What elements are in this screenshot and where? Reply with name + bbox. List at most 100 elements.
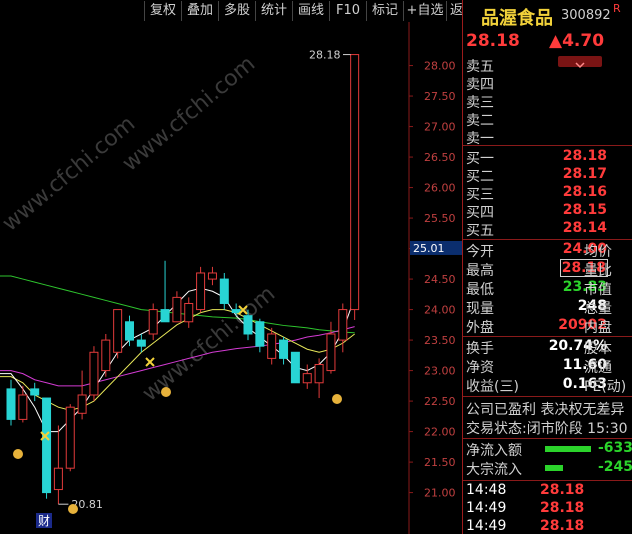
order-price: 28.14 — [562, 220, 607, 236]
stat-label: 最高 — [466, 263, 494, 279]
order-label: 买五 — [466, 223, 494, 239]
candle-body — [6, 388, 16, 420]
candle-body — [196, 272, 206, 311]
tick-row: 14:48 28.18 — [463, 482, 632, 501]
toolbar-button-3[interactable]: 统计 — [255, 1, 292, 21]
toolbar-button-0[interactable]: 复权 — [144, 1, 181, 21]
y-tick-label: 25.50 — [424, 212, 456, 225]
y-tick-label: 21.00 — [424, 487, 456, 500]
candle-body — [160, 309, 170, 323]
fin-row-nav: 净资 11.60 流通 — [463, 357, 632, 376]
fin-row-eps: 收益(三) 0.163 PE(动) — [463, 376, 632, 395]
high-price-label: 28.18 — [309, 49, 341, 62]
candle-body — [243, 315, 253, 335]
candle-body — [326, 333, 336, 372]
chart-toolbar: 复权叠加多股统计画线F10标记+自选返回 — [0, 0, 476, 22]
kline-chart[interactable]: 21.00 21.50 22.00 22.50 23.00 23.50 24.00 24.50… — [0, 22, 462, 534]
divider — [463, 438, 632, 439]
fin-row-turnover: 换手 20.74% 股本 — [463, 338, 632, 357]
toolbar-button-6[interactable]: 标记 — [366, 1, 403, 21]
sell-row: 卖五 — [463, 56, 632, 75]
money-bag-icon — [68, 504, 78, 514]
candle-body — [279, 339, 289, 359]
flow-value: -245 — [597, 459, 632, 475]
y-tick-label: 26.50 — [424, 151, 456, 164]
quote-row-high: 最高 28.18 量比 — [463, 259, 632, 279]
y-tick-label: 22.50 — [424, 395, 456, 408]
y-tick-label: 21.50 — [424, 456, 456, 469]
candle-body — [18, 394, 28, 420]
cai-badge: 财 — [38, 514, 50, 528]
candle-body — [53, 467, 63, 491]
order-price: 28.15 — [562, 202, 607, 218]
candle-body — [77, 394, 87, 414]
money-bag-icon — [161, 387, 171, 397]
divider — [463, 145, 632, 146]
stat-label-right: 流通 — [584, 360, 612, 376]
sell-row: 卖四 — [463, 74, 632, 93]
stat-label: 收益(三) — [466, 379, 519, 395]
risk-badge: R — [613, 2, 621, 15]
buy-row: 买二 28.17 — [463, 166, 632, 185]
candle-body — [219, 278, 229, 304]
candle-body — [255, 321, 265, 347]
order-price: 28.18 — [562, 148, 607, 164]
flow-label: 净流入额 — [466, 443, 522, 459]
price-row: 28.18 ▲4.70 — [463, 30, 632, 54]
buy-row: 买五 28.14 — [463, 220, 632, 239]
order-label: 卖三 — [466, 95, 494, 111]
info-line-1: 公司已盈利 表决权无差异 — [466, 402, 625, 418]
money-bag-icon — [13, 449, 23, 459]
stock-header: 品渥食品 300892 R — [463, 2, 632, 29]
signal-mark-icon — [145, 357, 155, 367]
toolbar-button-4[interactable]: 画线 — [292, 1, 329, 21]
y-tick-label: 23.00 — [424, 365, 456, 378]
price-tag-label: 25.01 — [413, 242, 445, 255]
buy-row: 买四 28.15 — [463, 202, 632, 221]
candle-body — [89, 351, 99, 396]
stat-label-right: 股本 — [584, 341, 612, 357]
candle-body — [267, 333, 277, 359]
stat-label: 今开 — [466, 244, 494, 260]
candle-body — [101, 339, 111, 372]
stat-label-right: 均价 — [584, 244, 612, 260]
stat-label: 外盘 — [466, 320, 494, 336]
quote-panel: 品渥食品 300892 R 28.18 ▲4.70 卖五 卖四 卖三 卖二 卖一 买一 2… — [462, 0, 632, 534]
toolbar-button-5[interactable]: F10 — [329, 1, 366, 21]
stat-label: 最低 — [466, 282, 494, 298]
y-tick-label: 26.00 — [424, 182, 456, 195]
flow-value: -633 — [597, 440, 632, 456]
y-tick-label: 24.50 — [424, 273, 456, 286]
candle-body — [148, 309, 158, 335]
order-price: 28.16 — [562, 184, 607, 200]
stat-label-right: 市值 — [584, 282, 612, 298]
candle-body — [113, 309, 123, 353]
quote-row-open: 今开 24.00 均价 — [463, 241, 632, 260]
toolbar-button-2[interactable]: 多股 — [218, 1, 255, 21]
toolbar-button-7[interactable]: +自选 — [403, 1, 446, 21]
watermark: www.cfchi.com — [118, 51, 260, 176]
tick-time: 14:49 — [466, 518, 507, 534]
tick-price: 28.18 — [540, 518, 585, 534]
flow-row: 大宗流入 -245 — [463, 459, 632, 478]
sell-row: 卖二 — [463, 110, 632, 129]
divider — [463, 480, 632, 481]
candle-body — [42, 397, 52, 494]
toolbar-button-1[interactable]: 叠加 — [181, 1, 218, 21]
flow-bar — [545, 465, 563, 471]
divider — [463, 336, 632, 337]
stat-label-right: 量比 — [584, 263, 612, 279]
stat-label: 换手 — [466, 341, 494, 357]
order-price: 28.17 — [562, 166, 607, 182]
y-tick-label: 23.50 — [424, 334, 456, 347]
tick-row: 14:49 28.18 — [463, 518, 632, 534]
stat-label: 净资 — [466, 360, 494, 376]
watermark: www.cfchi.com — [0, 111, 140, 236]
candle-body — [65, 406, 75, 469]
order-label: 买一 — [466, 151, 494, 167]
candle-body — [290, 351, 300, 384]
candle-body — [207, 272, 217, 280]
last-price: 28.18 — [466, 31, 520, 51]
candle-body — [136, 339, 146, 347]
price-change: ▲4.70 — [549, 31, 605, 51]
